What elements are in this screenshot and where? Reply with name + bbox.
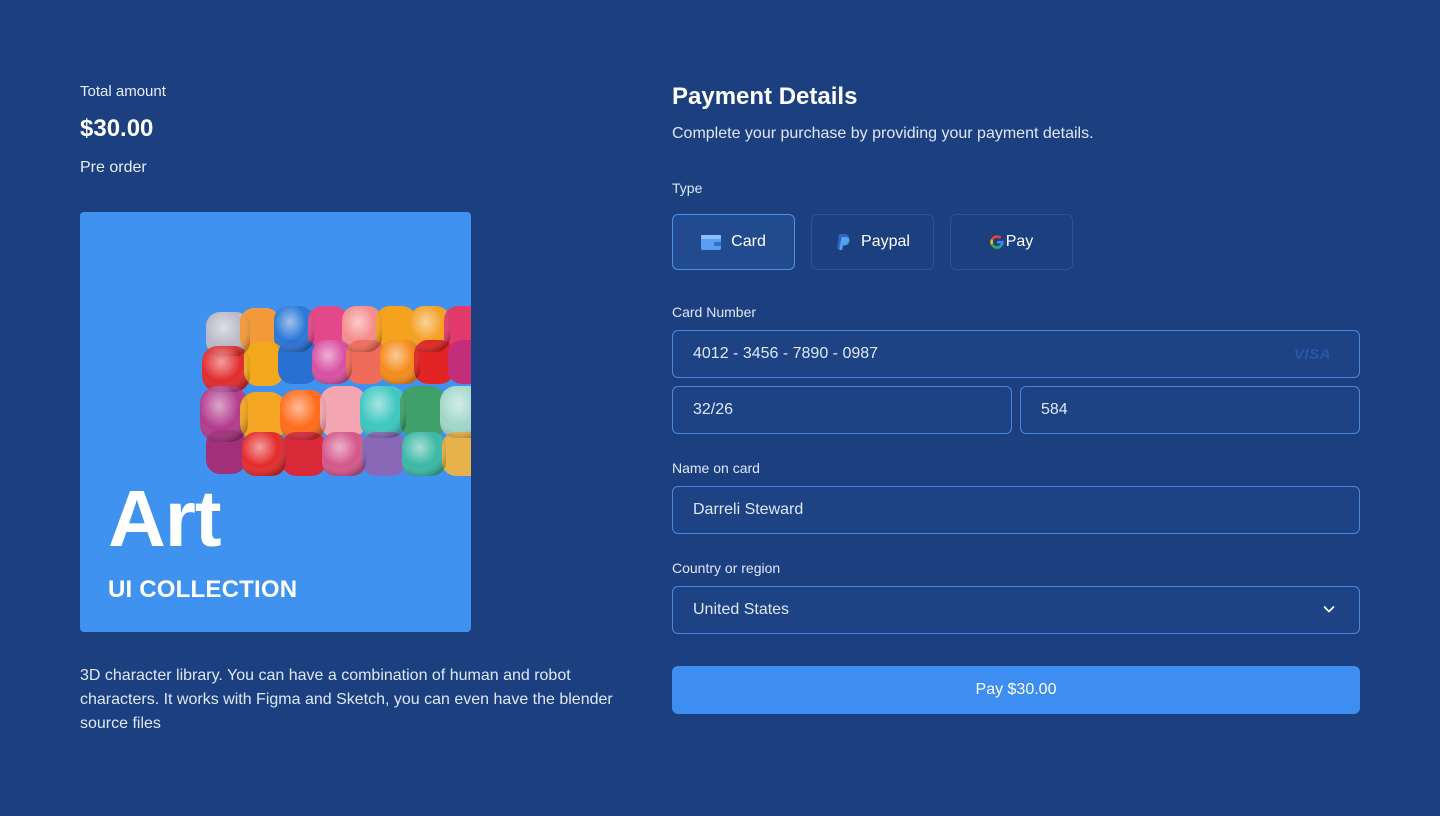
type-label: Type [672, 180, 703, 196]
type-gpay-button[interactable]: Pay [950, 214, 1073, 270]
type-paypal-button[interactable]: Paypal [811, 214, 934, 270]
google-icon [990, 235, 1004, 249]
name-on-card-input[interactable]: Darreli Steward [672, 486, 1360, 534]
card-number-input[interactable]: 4012 - 3456 - 7890 - 0987 VISA [672, 330, 1360, 378]
chevron-down-icon [1321, 601, 1337, 622]
cvc-input[interactable]: 584 [1020, 386, 1360, 434]
visa-icon: VISA [1293, 346, 1331, 363]
expiry-input[interactable]: 32/26 [672, 386, 1012, 434]
type-gpay-label: Pay [1005, 233, 1034, 250]
payment-subtitle: Complete your purchase by providing your… [672, 125, 1094, 142]
expiry-value: 32/26 [693, 401, 734, 418]
pay-button[interactable]: Pay $30.00 [672, 666, 1360, 714]
type-paypal-label: Paypal [861, 233, 910, 250]
paypal-icon [835, 233, 851, 251]
puffy-sofa-image [200, 306, 471, 476]
product-card: Art UI COLLECTION [80, 212, 471, 632]
order-status: Pre order [80, 159, 147, 176]
country-value: United States [693, 601, 790, 618]
cvc-value: 584 [1041, 401, 1068, 418]
payment-title: Payment Details [672, 83, 858, 110]
name-on-card-label: Name on card [672, 460, 760, 476]
product-subtitle: UI COLLECTION [108, 576, 298, 603]
country-select[interactable]: United States [672, 586, 1360, 634]
type-card-label: Card [731, 233, 766, 250]
total-amount-value: $30.00 [80, 115, 154, 142]
card-number-label: Card Number [672, 304, 757, 320]
name-on-card-value: Darreli Steward [693, 501, 804, 518]
total-amount-label: Total amount [80, 83, 166, 100]
wallet-icon [701, 233, 722, 251]
card-number-value: 4012 - 3456 - 7890 - 0987 [693, 345, 879, 362]
product-description: 3D character library. You can have a com… [80, 667, 613, 732]
payment-type-selector: Card Paypal Pay [672, 214, 1073, 270]
product-title: Art [108, 474, 222, 563]
country-label: Country or region [672, 560, 781, 576]
type-card-button[interactable]: Card [672, 214, 795, 270]
